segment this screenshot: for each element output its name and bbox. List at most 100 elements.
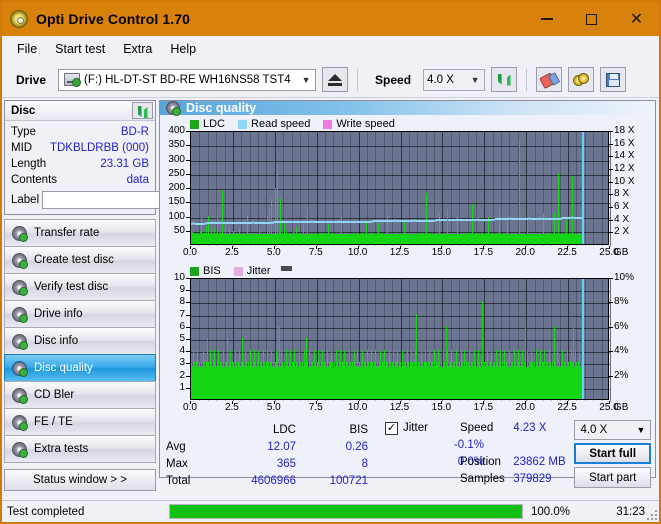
- disc-quality-icon: [166, 101, 181, 116]
- sidebar: Disc Type BD-R MID TDKBLDRBB (000) Lengt…: [2, 98, 244, 491]
- jitter-label: Jitter: [403, 422, 428, 434]
- sidebar-item-verify-test-disc[interactable]: Verify test disc: [4, 273, 156, 301]
- ldc-chart-ytick-left: 200: [168, 182, 185, 193]
- samples-stat-value: 379829: [513, 473, 552, 485]
- ldc-chart-ytick-right: 8 X: [614, 188, 630, 200]
- legend-swatch-jitter: [233, 266, 243, 276]
- sidebar-item-label: Extra tests: [34, 443, 89, 455]
- disc-row-key: MID: [11, 142, 33, 154]
- menu-extra[interactable]: Extra: [114, 39, 161, 59]
- stats-cell-ldc: 12.07: [267, 441, 296, 453]
- sidebar-item-disc-quality[interactable]: Disc quality: [4, 354, 156, 382]
- sidebar-item-disc-info[interactable]: Disc info: [4, 327, 156, 355]
- chart-bar: [276, 164, 278, 244]
- stats-row-total: Total 4606966 100721: [166, 473, 376, 490]
- data-end-marker: [581, 132, 584, 244]
- save-button[interactable]: [600, 67, 627, 92]
- status-window-button[interactable]: Status window > >: [4, 469, 156, 491]
- speed-stat-value: 4.23 X: [513, 422, 547, 434]
- eject-button[interactable]: [322, 67, 349, 92]
- menu-start-test[interactable]: Start test: [46, 39, 114, 59]
- toolbar: Drive (F:) HL-DT-ST BD-RE WH16NS58 TST4 …: [2, 62, 659, 98]
- ldc-plot-area: 0.0 2.5 5.0 7.5 10.0 12.5 15.0 17.5 20.0 22.5 25.0…: [162, 125, 651, 261]
- jitter-checkbox[interactable]: ✓: [385, 422, 398, 435]
- sidebar-item-label: Disc info: [34, 335, 79, 347]
- stats-col-bis: BIS: [349, 424, 368, 436]
- chart-bar: [519, 139, 521, 244]
- sidebar-item-label: FE / TE: [34, 416, 73, 428]
- bis-chart-ytick-right: 4%: [614, 345, 629, 357]
- maximize-button[interactable]: [569, 2, 614, 36]
- sidebar-item-fe-te[interactable]: FE / TE: [4, 408, 156, 436]
- speed-select[interactable]: 4.0 X ▼: [423, 68, 486, 91]
- bis-chart-ytick-left: 2: [179, 369, 185, 381]
- progress-bar: [169, 504, 523, 519]
- bis-chart-ytick-left: 10: [173, 272, 185, 283]
- legend-label-read-speed: Read speed: [251, 118, 311, 130]
- minimize-button[interactable]: [524, 2, 569, 36]
- sidebar-item-extra-tests[interactable]: Extra tests: [4, 435, 156, 463]
- disc-row-value: TDKBLDRBB (000): [49, 142, 149, 154]
- sidebar-item-label: Drive info: [34, 308, 83, 320]
- ldc-chart-xaxis-unit: GB: [614, 247, 629, 258]
- test-speed-select[interactable]: 4.0 X ▼: [574, 420, 651, 440]
- ldc-chart-plot: [190, 131, 611, 246]
- erase-button[interactable]: [536, 67, 563, 92]
- window-title: Opti Drive Control 1.70: [36, 11, 190, 27]
- run-labels: Speed Position Samples: [460, 420, 513, 488]
- maximize-icon: [586, 13, 597, 25]
- drive-select-value: (F:) HL-DT-ST BD-RE WH16NS58 TST4: [84, 73, 291, 86]
- status-text: Test completed: [7, 505, 85, 518]
- disc-row-value: 23.31 GB: [100, 158, 149, 170]
- start-part-button[interactable]: Start part: [574, 467, 651, 488]
- disc-panel: Disc Type BD-R MID TDKBLDRBB (000) Lengt…: [4, 100, 244, 215]
- legend-label-write-speed: Write speed: [336, 118, 395, 130]
- discs-icon: [573, 72, 590, 87]
- stats-cell-bis: 100721: [329, 475, 368, 487]
- position-stat-label: Position: [460, 456, 501, 468]
- discs-button[interactable]: [568, 67, 595, 92]
- disc-quality-icon: [12, 360, 28, 377]
- eject-icon: [328, 73, 343, 86]
- ldc-chart-ytick-left: 150: [168, 196, 185, 208]
- menu-file[interactable]: File: [8, 39, 46, 59]
- ldc-chart-ytick-right: 16 X: [614, 137, 635, 149]
- disc-info-icon: [12, 333, 28, 350]
- close-icon: ✕: [629, 9, 644, 28]
- bis-chart-ytick-left: 6: [179, 320, 185, 332]
- disc-row-key: Contents: [11, 174, 58, 186]
- chevron-down-icon: ▼: [470, 74, 480, 85]
- sidebar-item-drive-info[interactable]: Drive info: [4, 300, 156, 328]
- disc-transfer-icon: [12, 225, 28, 242]
- ldc-chart-ytick-right: 4 X: [614, 213, 630, 225]
- legend-swatch-read-speed: [238, 119, 248, 129]
- nav-list: Transfer rate Create test disc Verify te…: [4, 219, 156, 463]
- progress-percent: 100.0%: [531, 505, 571, 518]
- disc-row-mid: MID TDKBLDRBB (000): [11, 140, 149, 156]
- ldc-chart-ytick-right: 2 X: [614, 226, 630, 238]
- disc-panel-title: Disc: [11, 104, 36, 117]
- page-title: Disc quality: [186, 101, 257, 115]
- sidebar-item-cd-bler[interactable]: CD Bler: [4, 381, 156, 409]
- bis-chart-ytick-left: 1: [179, 381, 185, 393]
- status-bar: Test completed 100.0% 31:23: [2, 500, 659, 522]
- bis-chart-ytick-left: 7: [179, 308, 185, 320]
- toolbar-divider: [357, 68, 359, 91]
- start-full-button[interactable]: Start full: [574, 443, 651, 464]
- test-speed-value: 4.0 X: [580, 424, 608, 436]
- ldc-chart-ytick-left: 350: [168, 139, 185, 151]
- stats-corner: [166, 422, 224, 439]
- menu-help[interactable]: Help: [161, 39, 205, 59]
- sidebar-item-label: Disc quality: [34, 362, 93, 374]
- resize-grip[interactable]: [647, 510, 657, 520]
- disc-refresh-button[interactable]: [132, 102, 153, 119]
- sidebar-item-transfer-rate[interactable]: Transfer rate: [4, 219, 156, 247]
- refresh-button[interactable]: [491, 67, 518, 92]
- legend-label-bis: BIS: [203, 265, 221, 277]
- close-button[interactable]: ✕: [614, 2, 659, 36]
- sidebar-item-create-test-disc[interactable]: Create test disc: [4, 246, 156, 274]
- drive-select[interactable]: (F:) HL-DT-ST BD-RE WH16NS58 TST4 ▼: [58, 68, 317, 91]
- disc-row-key: Type: [11, 126, 36, 138]
- bis-chart-ytick-left: 8: [179, 296, 185, 308]
- bis-chart-ytick-right: 8%: [614, 296, 629, 308]
